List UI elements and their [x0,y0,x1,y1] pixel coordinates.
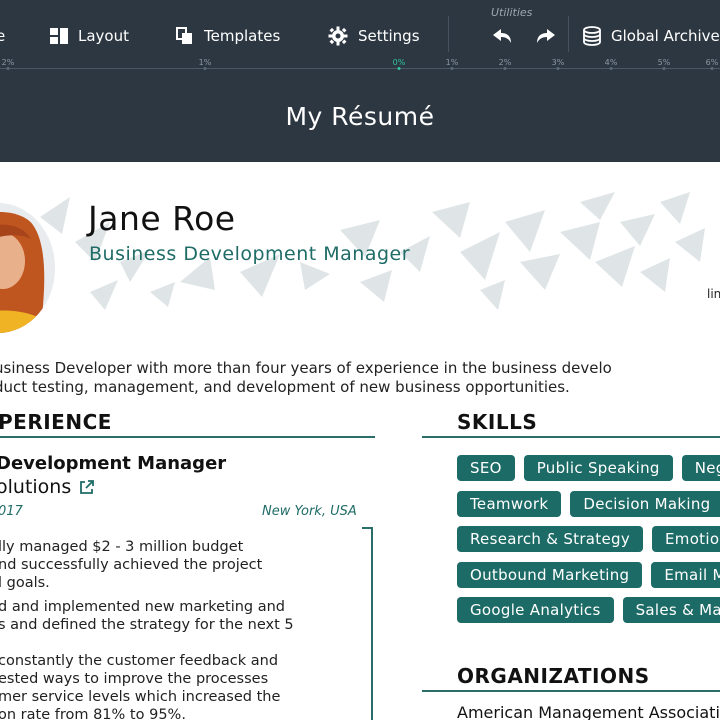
page-title: My Résumé [285,102,435,131]
toolbar-item-label: Templates [204,27,281,45]
skills-rule [422,436,720,438]
slider-dot [556,67,560,70]
gear-icon [328,26,348,46]
toolbar-item-file[interactable]: e [0,25,5,47]
skill-row: Google Analytics Sales & Marketing [457,597,720,623]
slider-tick: 4% [604,58,618,67]
resume-document: Jane Roe Business Development Manager li… [0,162,720,720]
bullet-line: mer service levels which increased the [0,689,281,705]
slider-handle[interactable] [397,67,401,70]
skill-row: Outbound Marketing Email Marketing [457,562,720,588]
skill-row: SEO Public Speaking Negotiation [457,455,720,481]
skill-pill[interactable]: Email Marketing [651,562,720,588]
skill-pill[interactable]: Emotional Intelligence [652,526,720,552]
slider-tick: 2% [498,58,512,67]
experience-heading: PERIENCE [0,410,112,434]
title-band: My Résumé [0,72,720,162]
skill-pill[interactable]: SEO [457,455,515,481]
slider-dot [609,67,613,70]
database-icon [583,26,601,46]
job-company: olutions [0,476,95,498]
skill-pill[interactable]: Research & Strategy [457,526,644,552]
toolbar-item-label: Layout [78,27,129,45]
timeline-line [371,527,373,720]
organization-item: American Management Association [457,703,720,720]
slider-tick: 1% [198,58,212,67]
organizations-heading: ORGANIZATIONS [457,664,650,688]
redo-button[interactable] [535,25,565,47]
slider-tick: 6% [705,58,719,67]
toolbar-item-settings[interactable]: Settings [328,25,420,47]
bullet-item: constantly the customer feedback and est… [0,652,366,720]
job-bullets: lly managed $2 - 3 million budget nd suc… [0,538,366,720]
skill-pill[interactable]: Outbound Marketing [457,562,643,588]
bullet-line: ested ways to improve the processes [0,671,269,687]
skill-pill[interactable]: Decision Making [570,491,720,517]
slider-dot [662,67,666,70]
bullet-line: on rate from 81% to 95%. [0,707,186,720]
bullet-line: constantly the customer feedback and [0,653,279,669]
job-title: Development Manager [0,453,227,474]
experience-rule [0,436,375,438]
slider-tick: 3% [551,58,565,67]
skills-heading: SKILLS [457,410,538,434]
bullet-line: d and implemented new marketing and [0,599,286,615]
templates-icon [176,27,192,44]
slider-dot [710,67,714,70]
bullet-line: l goals. [0,575,50,591]
toolbar-item-global-archive[interactable]: Global Archive [583,25,720,47]
slider-tick: 5% [657,58,671,67]
toolbar-item-templates[interactable]: Templates [176,25,280,47]
skill-pill[interactable]: Google Analytics [457,597,614,623]
bullet-line: nd successfully achieved the project [0,557,263,573]
slider-dot [503,67,507,70]
toolbar-item-label: Settings [358,27,420,45]
toolbar-item-label: Global Archive [611,27,720,45]
bullet-item: d and implemented new marketing and s an… [0,598,366,634]
organizations-rule [422,690,720,692]
slider-dot [450,67,454,70]
skill-pill[interactable]: Negotiation [681,455,720,481]
undo-icon [493,29,511,43]
toolbar-item-label: e [0,27,6,45]
summary-line: duct testing, management, and developmen… [0,378,570,396]
spacing-slider[interactable]: 2% 1% 0% 1% 2% 3% 4% 5% 6% [0,58,720,72]
toolbar-divider [448,16,449,52]
layout-icon [50,28,68,44]
skill-pill[interactable]: Teamwork [457,491,562,517]
slider-dot [6,67,10,70]
bullet-line: s and defined the strategy for the next … [0,617,294,633]
summary-line: usiness Developer with more than four ye… [0,359,612,377]
external-link-icon[interactable] [79,479,95,495]
skill-pill[interactable]: Public Speaking [523,455,673,481]
toolbar-item-layout[interactable]: Layout [50,25,129,47]
top-toolbar: e Layout Templates Settings Utilities Gl… [0,0,720,58]
undo-button[interactable] [493,25,523,47]
job-company-label: olutions [0,476,72,498]
toolbar-divider [568,16,569,52]
skill-pill[interactable]: Sales & Marketing [622,597,720,623]
resume-name: Jane Roe [88,199,236,238]
skill-row: Teamwork Decision Making [457,491,720,517]
job-location: New York, USA [262,504,357,519]
profile-link[interactable]: lin [707,287,720,301]
redo-icon [537,29,555,43]
utilities-label: Utilities [491,6,533,19]
slider-dot [203,67,207,70]
bullet-item: lly managed $2 - 3 million budget nd suc… [0,538,366,592]
slider-tick: 1% [445,58,459,67]
skill-row: Research & Strategy Emotional Intelligen… [457,526,720,552]
slider-tick: 2% [1,58,15,67]
slider-tick-active: 0% [392,58,406,67]
job-date: 017 [0,504,23,519]
summary: usiness Developer with more than four ye… [0,359,720,397]
resume-role: Business Development Manager [89,243,411,265]
bullet-line: lly managed $2 - 3 million budget [0,539,244,555]
